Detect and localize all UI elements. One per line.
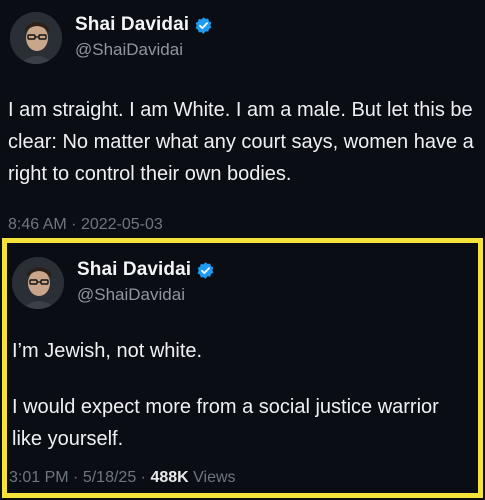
- author-handle[interactable]: @ShaiDavidai: [77, 285, 185, 305]
- meta-separator: ·: [73, 469, 79, 486]
- tweet-text: I am straight. I am White. I am a male. …: [8, 99, 474, 185]
- profile-photo-icon: [12, 257, 64, 309]
- author-name-row: Shai Davidai: [75, 14, 213, 36]
- tweet-date[interactable]: 2022-05-03: [81, 216, 163, 233]
- tweet-time[interactable]: 8:46 AM: [8, 216, 67, 233]
- verified-badge-icon: [196, 261, 215, 280]
- avatar[interactable]: [10, 12, 62, 64]
- tweet-time[interactable]: 3:01 PM: [9, 469, 69, 486]
- tweet-meta: 3:01 PM · 5/18/25 · 488K Views: [9, 469, 236, 487]
- tweet-original: Shai Davidai @ShaiDavidai I am straight.…: [0, 0, 485, 238]
- views-count[interactable]: 488K: [150, 469, 188, 486]
- profile-photo-icon: [10, 12, 62, 64]
- verified-badge-icon: [194, 16, 213, 35]
- avatar[interactable]: [12, 257, 64, 309]
- tweet-text-paragraph-1: I’m Jewish, not white.: [12, 340, 203, 362]
- tweet-meta: 8:46 AM · 2022-05-03: [8, 216, 163, 234]
- meta-separator: ·: [71, 216, 77, 233]
- author-handle[interactable]: @ShaiDavidai: [75, 40, 183, 60]
- tweet-text-paragraph-2: I would expect more from a social justic…: [12, 396, 439, 450]
- author-display-name[interactable]: Shai Davidai: [77, 259, 191, 281]
- author-name-row: Shai Davidai: [77, 259, 215, 281]
- tweet-date[interactable]: 5/18/25: [83, 469, 136, 486]
- meta-separator: ·: [140, 469, 146, 486]
- author-display-name[interactable]: Shai Davidai: [75, 14, 189, 36]
- tweet-reply-highlighted: Shai Davidai @ShaiDavidai I’m Jewish, no…: [2, 238, 483, 498]
- views-label: Views: [193, 469, 236, 486]
